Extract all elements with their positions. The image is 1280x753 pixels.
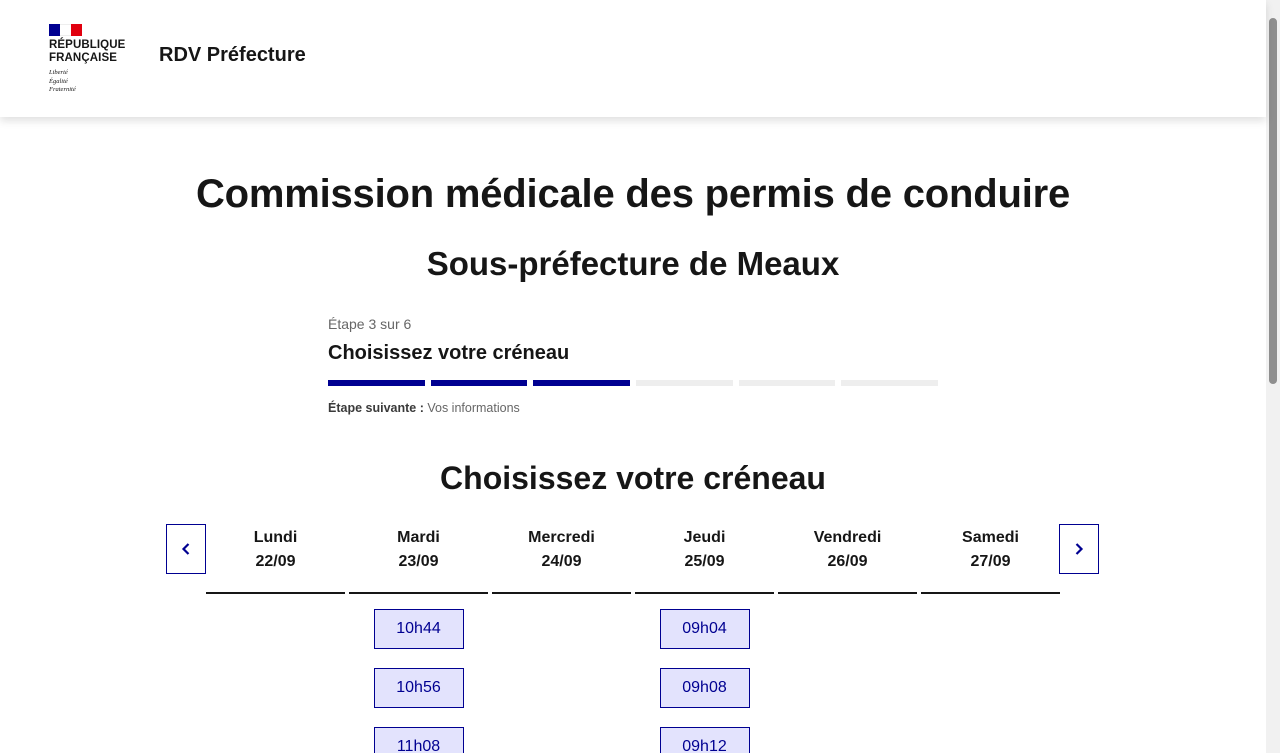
day-name: Mercredi <box>528 529 595 546</box>
day-date: 22/09 <box>255 553 296 570</box>
time-slot-button[interactable]: 09h04 <box>659 609 750 649</box>
step-bar <box>636 380 733 386</box>
day-header: Mardi 23/09 <box>349 524 488 594</box>
page-title: Commission médicale des permis de condui… <box>195 172 1071 216</box>
day-header: Samedi 27/09 <box>921 524 1060 594</box>
day-column: Jeudi 25/09 09h04 09h08 09h12 <box>635 524 774 753</box>
chevron-right-icon <box>1075 543 1084 555</box>
day-column: Mercredi 24/09 <box>492 524 631 753</box>
day-header: Vendredi 26/09 <box>778 524 917 594</box>
day-date: 26/09 <box>827 553 868 570</box>
day-date: 24/09 <box>541 553 582 570</box>
step-bar <box>738 380 836 386</box>
step-state: Étape 3 sur 6 <box>328 316 412 332</box>
time-slot-button[interactable]: 10h44 <box>373 609 464 649</box>
step-next: Étape suivante : Vos informations <box>328 401 938 415</box>
day-column: Mardi 23/09 10h44 10h56 11h08 <box>349 524 488 753</box>
stepper: Étape 3 sur 6 Choisissez votre créneau É… <box>328 316 939 415</box>
slot-list: 10h44 10h56 11h08 <box>349 594 488 753</box>
previous-week-button[interactable] <box>166 524 206 574</box>
day-name: Jeudi <box>683 529 726 546</box>
day-name: Mardi <box>397 529 440 546</box>
scrollbar-thumb[interactable] <box>1269 18 1277 384</box>
french-flag-icon <box>49 24 82 36</box>
calendar-title: Choisissez votre créneau <box>440 460 826 496</box>
time-slot-button[interactable]: 09h08 <box>659 668 750 708</box>
step-bar <box>328 380 425 386</box>
day-date: 23/09 <box>398 553 439 570</box>
time-slot-button[interactable]: 10h56 <box>373 668 464 708</box>
time-slot-button[interactable]: 09h12 <box>659 727 750 753</box>
day-header: Jeudi 25/09 <box>635 524 774 594</box>
service-title[interactable]: RDV Préfecture <box>159 44 306 67</box>
time-slot-button[interactable]: 11h08 <box>373 727 464 753</box>
slot-list <box>921 594 1060 609</box>
day-column: Lundi 22/09 <box>206 524 345 753</box>
step-next-label: Étape suivante : <box>328 401 424 415</box>
logo-text: RÉPUBLIQUE FRANÇAISE <box>49 39 126 64</box>
day-column: Vendredi 26/09 <box>778 524 917 753</box>
day-header: Mercredi 24/09 <box>492 524 631 594</box>
logo-motto: Liberté Égalité Fraternité <box>49 69 76 93</box>
slot-list <box>206 594 345 609</box>
step-progress <box>328 380 939 386</box>
step-next-value: Vos informations <box>427 401 520 415</box>
next-week-button[interactable] <box>1059 524 1099 574</box>
chevron-left-icon <box>181 543 190 555</box>
day-name: Vendredi <box>813 529 882 546</box>
site-header: RÉPUBLIQUE FRANÇAISE Liberté Égalité Fra… <box>0 0 1266 117</box>
slot-list: 09h04 09h08 09h12 <box>635 594 774 753</box>
step-title: Choisissez votre créneau <box>328 342 570 364</box>
slot-list <box>778 594 917 609</box>
step-bar <box>841 380 939 386</box>
calendar-days: Lundi 22/09 Mardi 23/09 10h44 10h56 11h08 Mercr… <box>206 524 1060 753</box>
day-name: Samedi <box>962 529 1019 546</box>
step-bar <box>533 380 631 386</box>
republique-francaise-logo[interactable]: RÉPUBLIQUE FRANÇAISE Liberté Égalité Fra… <box>49 24 139 95</box>
step-bar <box>430 380 528 386</box>
day-column: Samedi 27/09 <box>921 524 1060 753</box>
day-date: 25/09 <box>684 553 725 570</box>
day-date: 27/09 <box>970 553 1011 570</box>
day-name: Lundi <box>253 529 298 546</box>
page-subtitle: Sous-préfecture de Meaux <box>426 245 840 282</box>
day-header: Lundi 22/09 <box>206 524 345 594</box>
page-scrollbar[interactable] <box>1266 0 1280 753</box>
slot-list <box>492 594 631 609</box>
